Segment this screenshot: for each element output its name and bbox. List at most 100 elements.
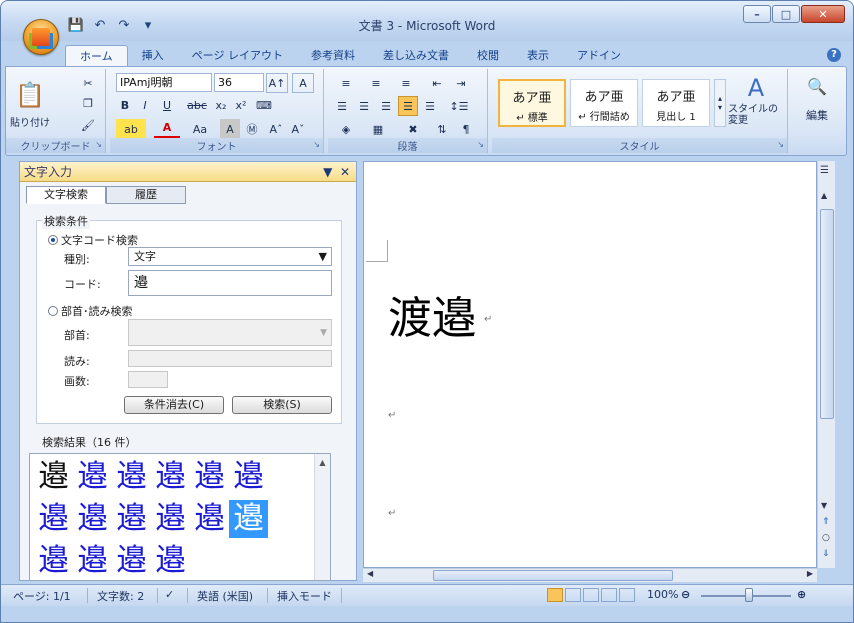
result-char[interactable]: 邉 [151,542,190,580]
line-spacing-icon[interactable]: ↕☰ [446,96,472,116]
result-char[interactable]: 邉 [34,458,73,496]
font-name-field[interactable]: IPAmj明朝 [116,73,212,92]
draft-icon[interactable] [619,588,635,602]
clipboard-launcher-icon[interactable]: ↘ [95,140,102,149]
tab-page-layout[interactable]: ページ レイアウト [178,45,297,67]
result-char[interactable]: 邉 [112,542,151,580]
result-char[interactable]: 邉 [112,500,151,538]
styles-launcher-icon[interactable]: ↘ [777,140,784,149]
change-styles-button[interactable]: スタイルの変更 [728,104,784,126]
kind-select[interactable]: 文字 ▼ [128,247,332,266]
pane-close-icon[interactable]: ✕ [340,165,350,179]
tab-home[interactable]: ホーム [65,45,128,67]
ruler-toggle-icon[interactable]: ☰ [820,165,829,176]
outline-icon[interactable] [601,588,617,602]
justify-icon[interactable]: ☰ [398,96,418,116]
style-heading-1[interactable]: あア亜 見出し 1 [642,79,710,127]
language-indicator[interactable]: 英語 (米国) [197,588,253,604]
minimize-button[interactable]: – [743,5,771,23]
paragraph-launcher-icon[interactable]: ↘ [477,140,484,149]
cut-icon[interactable]: ✂ [78,73,98,93]
tab-history[interactable]: 履歴 [106,186,186,204]
print-layout-icon[interactable] [547,588,563,602]
clear-conditions-button[interactable]: 条件消去(C) [124,396,224,414]
result-char[interactable]: 邉 [151,458,190,496]
numbering-icon[interactable]: ≡ [362,73,390,93]
format-painter-icon[interactable]: 🖌 [78,115,98,135]
grow-font-icon[interactable]: A↑ [266,73,288,93]
scroll-up-icon[interactable]: ▲ [821,191,827,200]
radical-select[interactable]: ▼ [128,319,332,346]
superscript-icon[interactable]: x² [232,95,250,115]
result-char[interactable]: 邉 [73,500,112,538]
increase-indent-icon[interactable]: ⇥ [450,73,472,93]
align-left-icon[interactable]: ☰ [332,96,352,116]
next-page-icon[interactable]: ⇓ [822,549,830,559]
font-color-icon[interactable]: A [154,119,180,139]
vertical-scrollbar[interactable]: ☰ ▲ ▼ ⇑ ○ ⇓ [817,161,835,568]
strokes-input[interactable] [128,371,168,388]
tab-char-search[interactable]: 文字検索 [26,186,106,204]
zoom-in-icon[interactable]: ⊕ [797,588,806,601]
distribute-icon[interactable]: ☰ [420,96,440,116]
proofing-icon[interactable]: ✓ [165,588,174,601]
align-center-icon[interactable]: ☰ [354,96,374,116]
show-marks-icon[interactable]: ¶ [456,119,476,139]
tab-references[interactable]: 参考資料 [297,45,369,67]
word-count[interactable]: 文字数: 2 [97,588,144,604]
align-right-icon[interactable]: ☰ [376,96,396,116]
code-search-radio[interactable]: 文字コード検索 [48,232,138,248]
clear-format-icon[interactable]: ⌨ [254,95,274,115]
binoculars-icon[interactable]: 🔍 [802,73,832,99]
horizontal-scrollbar[interactable]: ◀ ▶ [363,568,817,582]
zoom-slider-knob[interactable] [745,588,753,602]
shading-icon[interactable]: ◈ [332,119,360,139]
multilevel-list-icon[interactable]: ≡ [392,73,420,93]
maximize-button[interactable]: □ [772,5,800,23]
copy-icon[interactable]: ❐ [78,93,98,113]
paste-button[interactable]: 貼り付け [6,111,54,131]
grow-font-2-icon[interactable]: Aˆ [266,119,286,139]
code-input[interactable]: 邉 [128,270,332,296]
bullets-icon[interactable]: ≡ [332,73,360,93]
page-indicator[interactable]: ページ: 1/1 [13,588,71,604]
scroll-down-icon[interactable]: ▼ [821,501,827,510]
scroll-left-icon[interactable]: ◀ [367,569,373,578]
shrink-font-icon[interactable]: Aˇ [288,119,308,139]
result-char[interactable]: 邉 [229,458,268,496]
radical-search-radio[interactable]: 部首･読み検索 [48,303,133,319]
sort-icon[interactable]: ⇅ [432,119,452,139]
result-char[interactable]: 邉 [112,458,151,496]
browse-object-icon[interactable]: ○ [822,533,830,543]
scroll-thumb[interactable] [820,209,834,419]
zoom-out-icon[interactable]: ⊖ [681,588,690,601]
full-screen-icon[interactable] [565,588,581,602]
result-char-selected[interactable]: 邉 [229,500,268,538]
font-launcher-icon[interactable]: ↘ [313,140,320,149]
style-gallery-scroll-icon[interactable]: ▴ ▾ [714,79,726,127]
tab-addins[interactable]: アドイン [563,45,635,67]
office-button[interactable] [23,19,59,55]
underline-icon[interactable]: U [158,95,176,115]
strikethrough-icon[interactable]: abc [184,95,210,115]
change-styles-icon[interactable]: A [732,73,780,103]
tab-review[interactable]: 校閲 [463,45,513,67]
hscroll-thumb[interactable] [433,570,673,581]
close-button[interactable]: ✕ [801,5,845,23]
prev-page-icon[interactable]: ⇑ [822,517,830,527]
result-char[interactable]: 邉 [34,542,73,580]
style-no-spacing[interactable]: あア亜 ↵ 行間詰め [570,79,638,127]
style-normal[interactable]: あア亜 ↵ 標準 [498,79,566,127]
bold-icon[interactable]: B [116,95,134,115]
font-dialog-icon[interactable]: A [292,73,314,93]
result-char[interactable]: 邉 [190,458,229,496]
pane-menu-icon[interactable]: ▼ [323,165,332,179]
reading-input[interactable] [128,350,332,367]
result-char[interactable]: 邉 [73,458,112,496]
result-char[interactable]: 邉 [151,500,190,538]
font-size-field[interactable]: 36 [214,73,264,92]
document-page[interactable]: 渡邉 ↵ ↵ ↵ [363,161,817,568]
document-text[interactable]: 渡邉 [388,282,476,346]
web-layout-icon[interactable] [583,588,599,602]
insert-mode[interactable]: 挿入モード [277,588,332,604]
